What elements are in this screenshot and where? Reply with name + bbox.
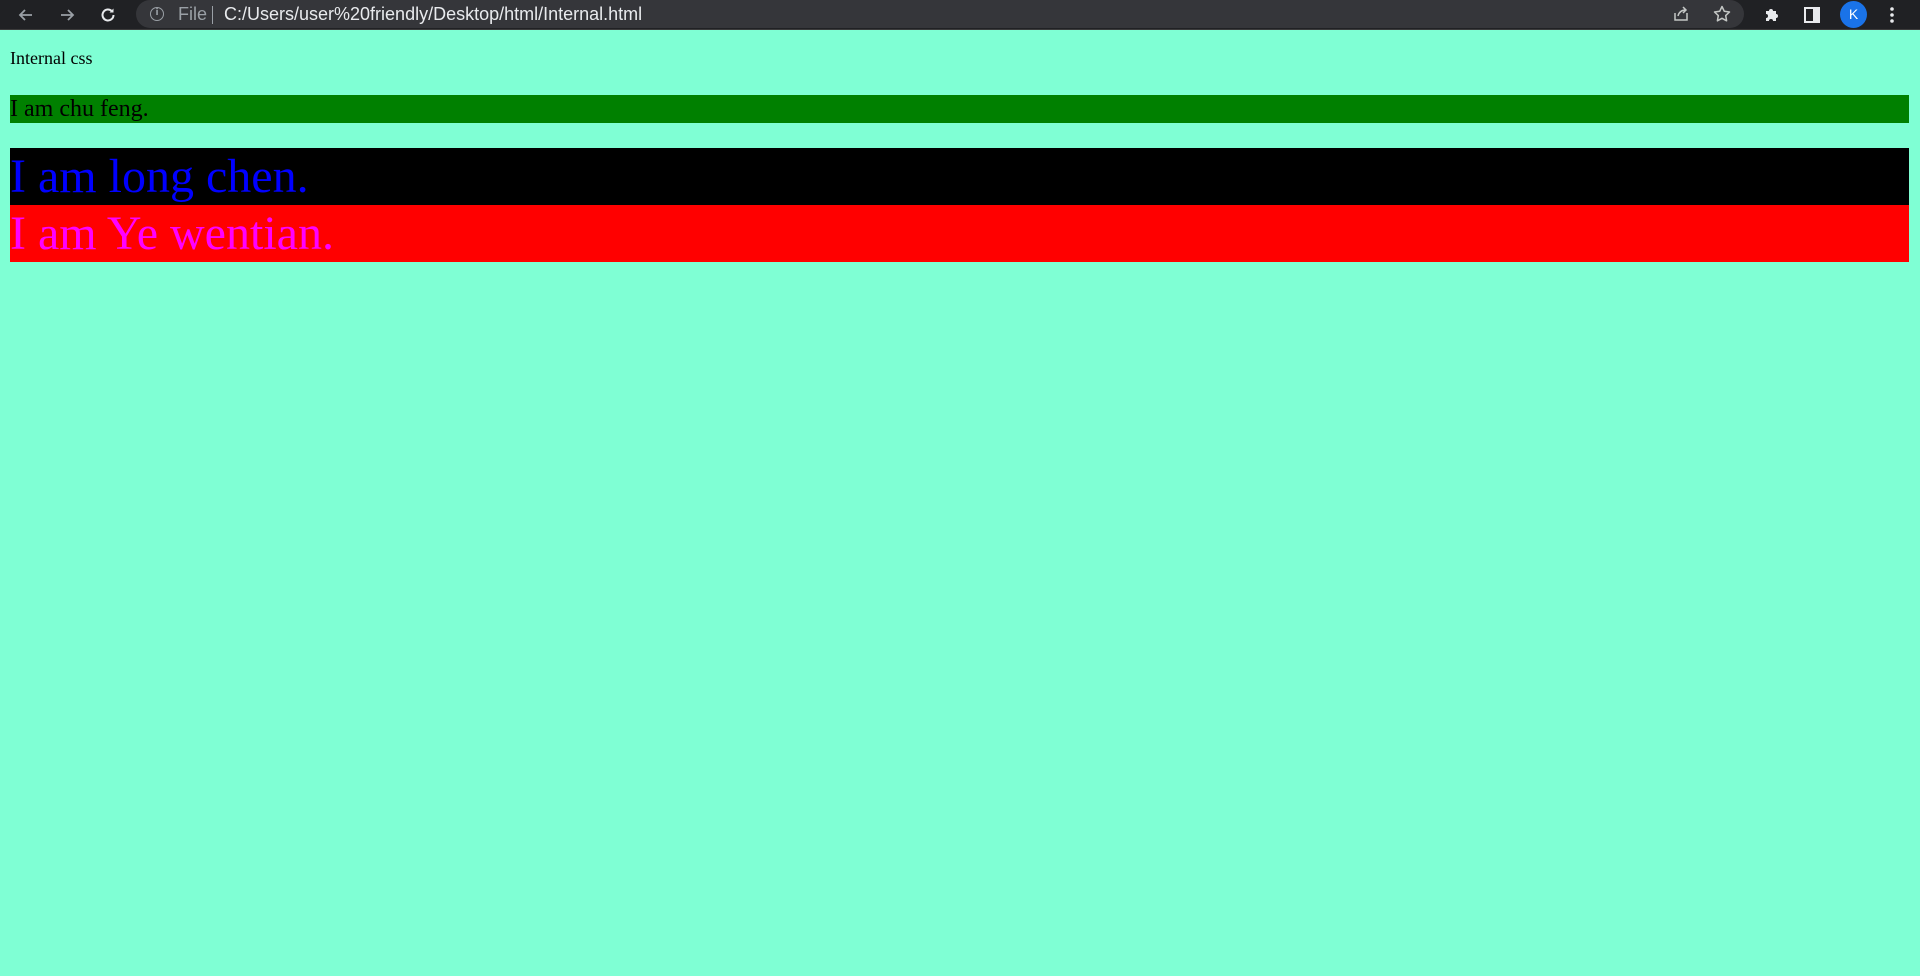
bookmark-button[interactable] [1711, 3, 1733, 25]
page-heading: Internal css [10, 48, 93, 68]
forward-button[interactable] [55, 3, 79, 27]
share-icon [1674, 6, 1688, 21]
back-button[interactable] [14, 3, 38, 27]
paragraph-long-chen: I am long chen. [10, 148, 1909, 205]
browser-toolbar: i File C:/Users/user%20friendly/Desktop/… [0, 0, 1920, 30]
star-icon [1713, 5, 1731, 22]
side-panel-button[interactable] [1800, 3, 1824, 27]
reload-button[interactable] [96, 3, 120, 27]
scheme-label: File [178, 4, 208, 24]
reload-icon [101, 8, 115, 22]
puzzle-piece-icon [1766, 9, 1778, 21]
page-content: Internal css I am chu feng. I am long ch… [0, 30, 1920, 978]
paragraph-ye-wentian: I am Ye wentian. [10, 205, 1909, 262]
vertical-dots-icon [1890, 7, 1894, 23]
arrow-left-icon [18, 9, 32, 21]
profile-avatar[interactable]: K [1840, 1, 1867, 28]
url-text[interactable]: C:/Users/user%20friendly/Desktop/html/In… [224, 4, 642, 24]
arrow-right-icon [61, 9, 75, 21]
extensions-button[interactable] [1760, 3, 1784, 27]
share-button[interactable] [1670, 3, 1692, 25]
info-icon[interactable]: i [150, 7, 164, 21]
side-panel-icon [1804, 7, 1820, 23]
menu-button[interactable] [1880, 3, 1904, 27]
address-bar[interactable]: i File C:/Users/user%20friendly/Desktop/… [136, 0, 1744, 28]
url-divider [212, 6, 213, 24]
paragraph-chu-feng: I am chu feng. [10, 95, 1909, 123]
